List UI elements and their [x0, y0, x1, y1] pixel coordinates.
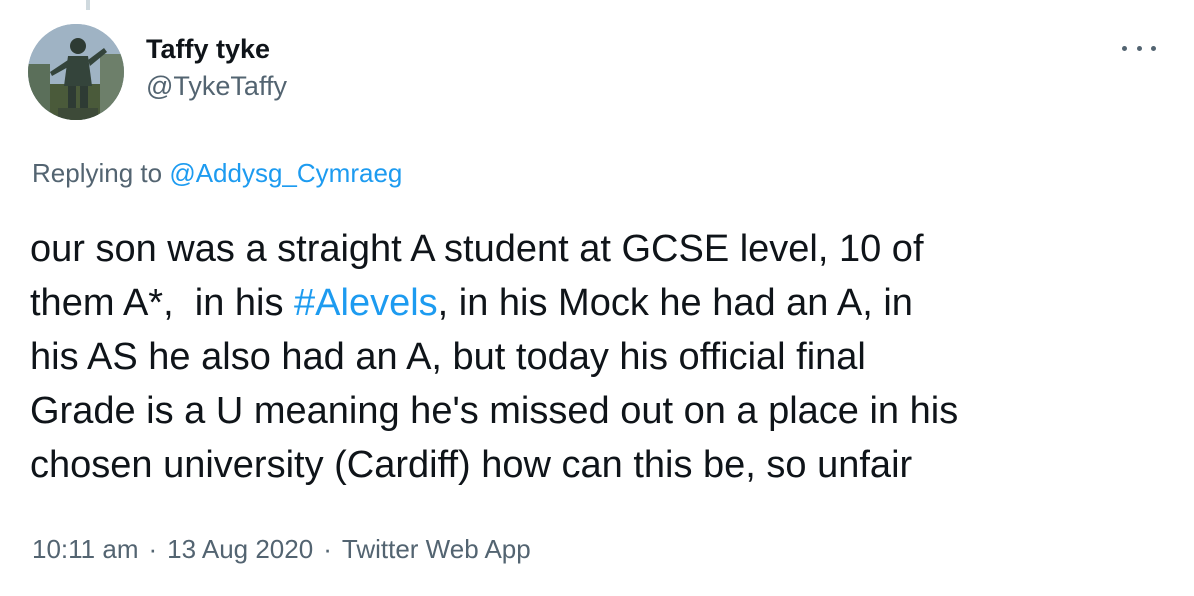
- separator: ·: [148, 534, 158, 564]
- thread-connector-line: [86, 0, 90, 10]
- author-display-name[interactable]: Taffy tyke: [146, 32, 287, 66]
- more-options-icon[interactable]: [1122, 36, 1156, 60]
- separator: ·: [323, 534, 332, 564]
- dot: [1151, 45, 1156, 51]
- author-handle[interactable]: @TykeTaffy: [146, 69, 287, 103]
- dot: [1122, 45, 1127, 51]
- reply-mention-link[interactable]: @Addysg_Cymraeg: [169, 158, 402, 188]
- tweet-source[interactable]: Twitter Web App: [342, 534, 531, 564]
- tweet-date[interactable]: 13 Aug 2020: [167, 534, 313, 564]
- tweet-metadata: 10:11 am · 13 Aug 2020 · Twitter Web App: [32, 532, 531, 566]
- statue-avatar-icon: [28, 24, 124, 120]
- dot: [1136, 45, 1142, 51]
- hashtag-link[interactable]: #Alevels: [294, 282, 438, 324]
- replying-to-label: Replying to: [32, 158, 170, 188]
- author-block: Taffy tyke @TykeTaffy: [146, 32, 287, 103]
- tweet-time[interactable]: 10:11 am: [32, 534, 138, 564]
- tweet-text: our son was a straight A student at GCSE…: [30, 222, 1170, 492]
- replying-to-line: Replying to @Addysg_Cymraeg: [32, 156, 402, 190]
- avatar[interactable]: [28, 24, 124, 120]
